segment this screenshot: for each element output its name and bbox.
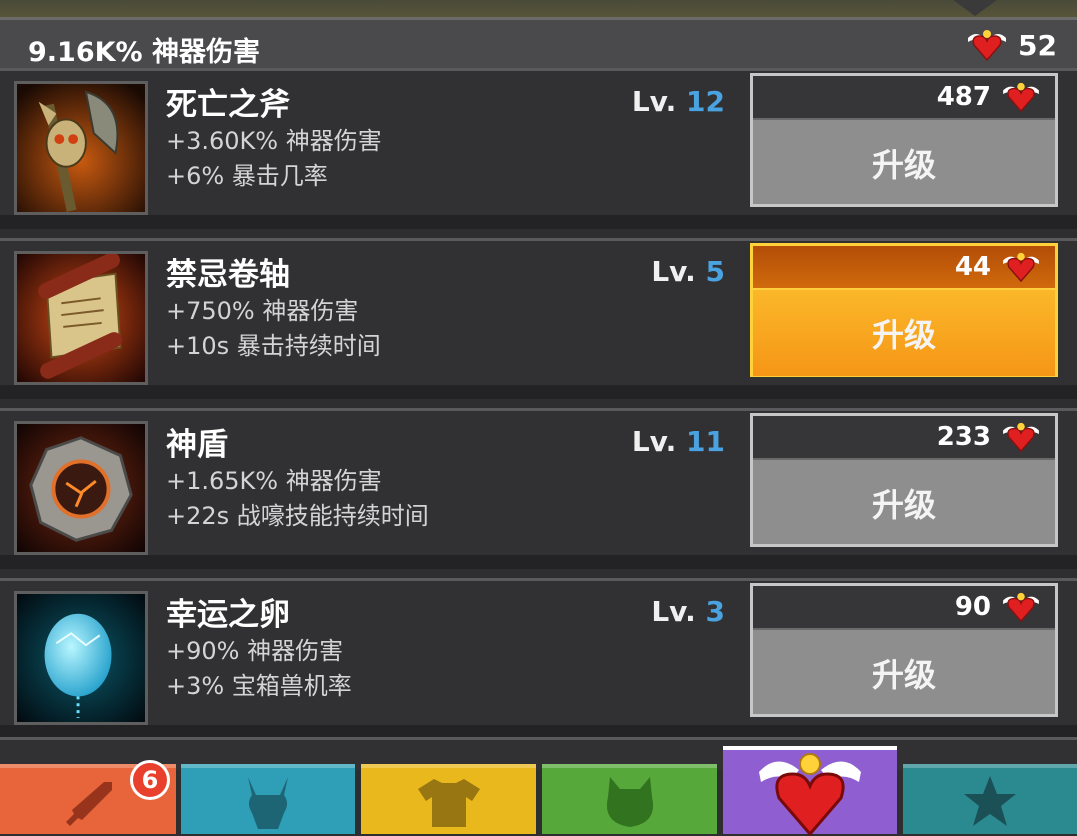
skull-axe-icon bbox=[14, 81, 148, 215]
artifact-stat-secondary: +10s 暴击持续时间 bbox=[166, 332, 381, 360]
upgrade-button[interactable]: 44 升级 bbox=[750, 243, 1058, 377]
artifact-stat-secondary: +6% 暴击几率 bbox=[166, 162, 328, 190]
upgrade-cost: 487 bbox=[753, 76, 1055, 120]
artifact-row: 幸运之卵 +90% 神器伤害 +3% 宝箱兽机率 Lv. 3 90 升级 bbox=[0, 578, 1077, 739]
upgrade-cost: 233 bbox=[753, 416, 1055, 460]
horned-helmet-icon bbox=[238, 773, 298, 829]
shirt-icon bbox=[414, 775, 484, 827]
artifact-name: 死亡之斧 bbox=[166, 87, 290, 123]
artifact-stat-primary: +3.60K% 神器伤害 bbox=[166, 127, 382, 155]
scroll-icon bbox=[14, 251, 148, 385]
upgrade-cost: 44 bbox=[753, 246, 1055, 290]
header-bar: 9.16K% 神器伤害 52 bbox=[0, 20, 1077, 75]
currency-amount: 52 bbox=[1018, 28, 1057, 62]
artifact-name: 幸运之卵 bbox=[166, 597, 290, 633]
aegis-shield-icon bbox=[14, 421, 148, 555]
winged-heart-icon bbox=[1001, 421, 1041, 453]
artifact-stat-primary: +90% 神器伤害 bbox=[166, 637, 344, 665]
upgrade-button[interactable]: 487 升级 bbox=[750, 73, 1058, 207]
artifact-level: Lv. 12 bbox=[631, 85, 725, 118]
upgrade-label: 升级 bbox=[871, 146, 936, 184]
tab-artifacts[interactable] bbox=[723, 746, 897, 836]
upgrade-label: 升级 bbox=[871, 486, 936, 524]
artifact-row: 禁忌卷轴 +750% 神器伤害 +10s 暴击持续时间 Lv. 5 44 升级 bbox=[0, 238, 1077, 399]
artifact-stat-primary: +1.65K% 神器伤害 bbox=[166, 467, 382, 495]
artifact-level: Lv. 11 bbox=[631, 425, 725, 458]
top-banner-art bbox=[0, 0, 1077, 20]
winged-heart-icon bbox=[1001, 251, 1041, 283]
upgrade-button[interactable]: 233 升级 bbox=[750, 413, 1058, 547]
winged-heart-icon bbox=[1001, 591, 1041, 623]
lucky-egg-icon bbox=[14, 591, 148, 725]
winged-heart-icon bbox=[755, 748, 865, 836]
artifact-row: 神盾 +1.65K% 神器伤害 +22s 战嚎技能持续时间 Lv. 11 233… bbox=[0, 408, 1077, 569]
winged-heart-icon bbox=[1001, 81, 1041, 113]
artifact-stat-secondary: +3% 宝箱兽机率 bbox=[166, 672, 352, 700]
artifact-row: 死亡之斧 +3.60K% 神器伤害 +6% 暴击几率 Lv. 12 487 升级 bbox=[0, 68, 1077, 229]
pet-head-icon bbox=[602, 773, 658, 829]
total-artifact-damage: 9.16K% 神器伤害 bbox=[28, 37, 260, 68]
star-icon bbox=[962, 774, 1018, 828]
upgrade-button[interactable]: 90 升级 bbox=[750, 583, 1058, 717]
artifact-stat-secondary: +22s 战嚎技能持续时间 bbox=[166, 502, 429, 530]
tab-helmet[interactable] bbox=[181, 764, 355, 834]
upgrade-label: 升级 bbox=[753, 290, 1055, 376]
notification-badge: 6 bbox=[130, 760, 170, 800]
winged-heart-icon bbox=[966, 28, 1008, 62]
artifact-name: 神盾 bbox=[166, 427, 228, 463]
upgrade-cost: 90 bbox=[753, 586, 1055, 630]
banner-notch bbox=[953, 0, 997, 16]
tab-pet[interactable] bbox=[542, 764, 717, 834]
artifact-level: Lv. 3 bbox=[651, 595, 725, 628]
bottom-tab-bar: 6 bbox=[0, 746, 1077, 836]
artifact-name: 禁忌卷轴 bbox=[166, 257, 290, 293]
tab-star[interactable] bbox=[903, 764, 1077, 834]
upgrade-label: 升级 bbox=[871, 656, 936, 694]
tab-shirt[interactable] bbox=[361, 764, 536, 834]
artifact-stat-primary: +750% 神器伤害 bbox=[166, 297, 359, 325]
artifact-level: Lv. 5 bbox=[651, 255, 725, 288]
tab-sword[interactable]: 6 bbox=[0, 760, 176, 834]
sword-icon bbox=[58, 776, 118, 826]
relic-currency: 52 bbox=[966, 28, 1057, 62]
